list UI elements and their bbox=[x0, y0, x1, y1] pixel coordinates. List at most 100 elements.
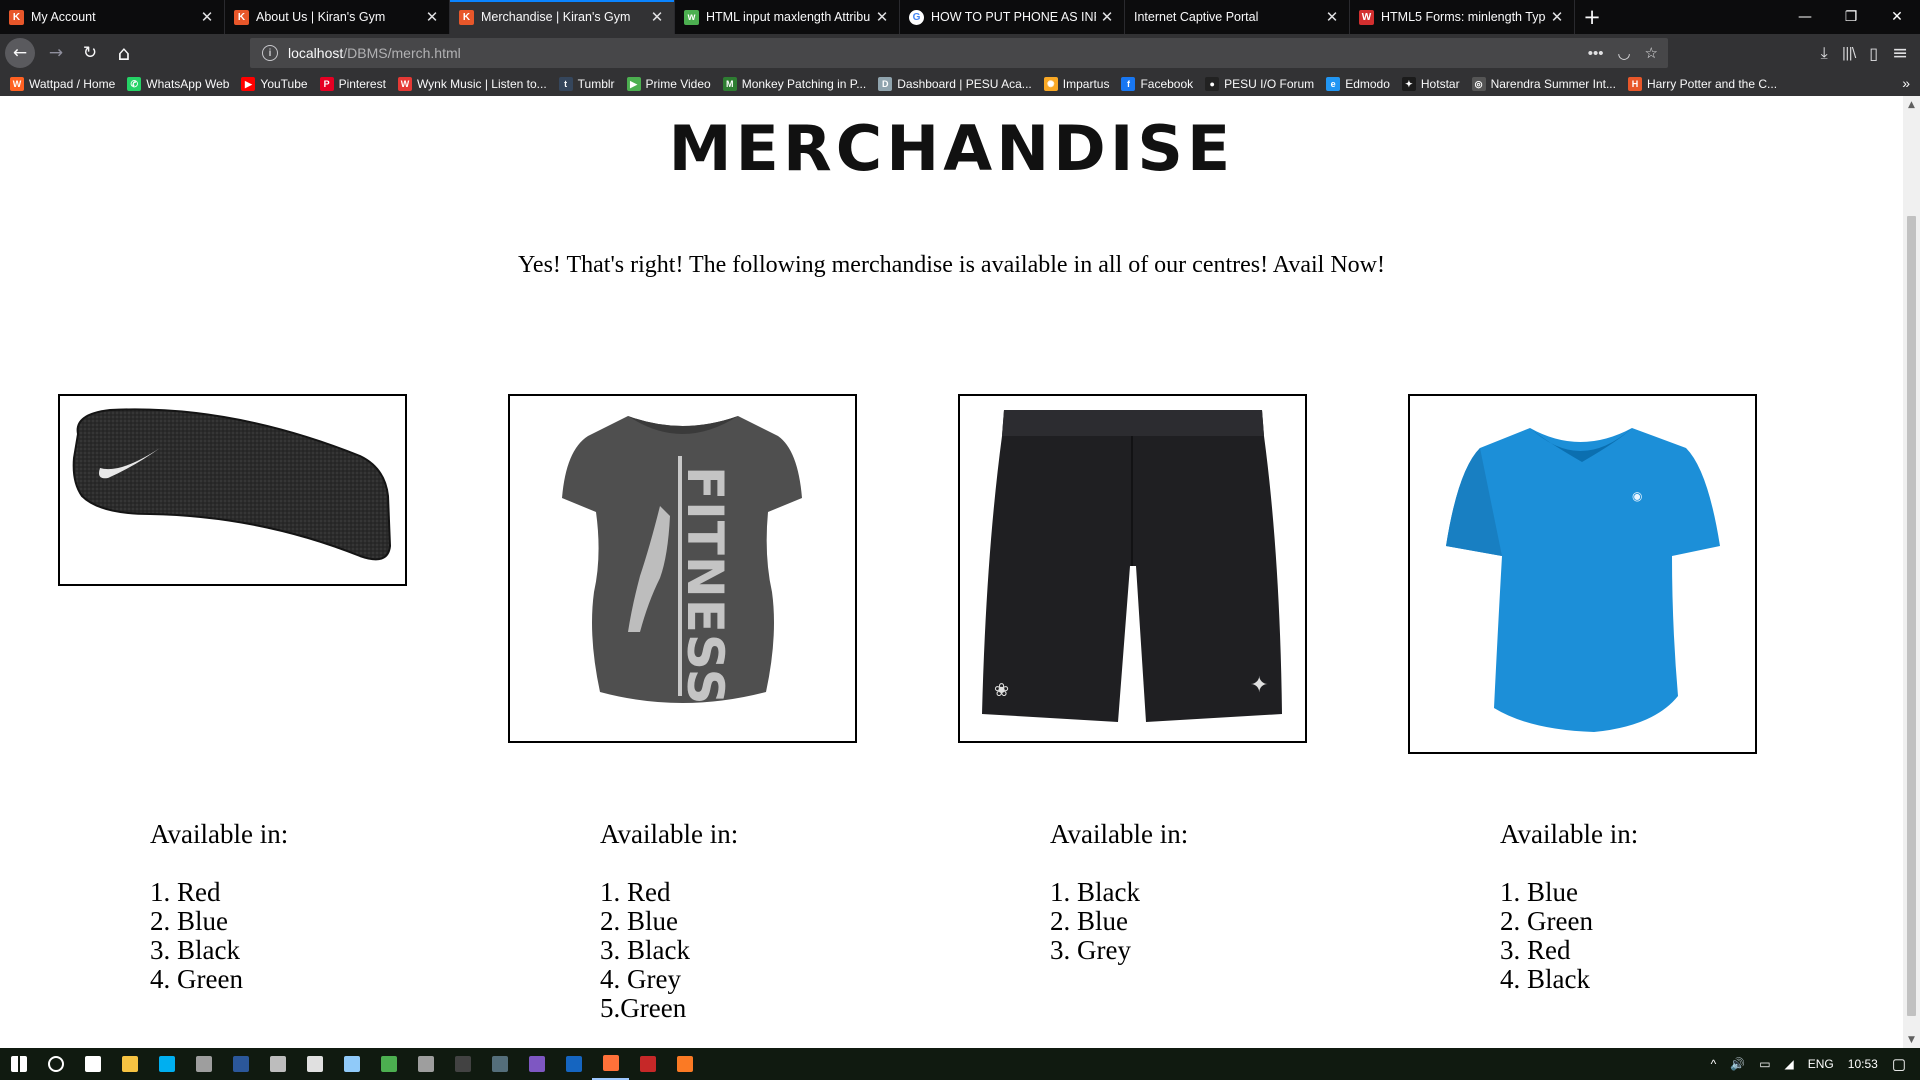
color-option: 3. Black bbox=[150, 935, 240, 965]
taskbar-search-icon[interactable] bbox=[37, 1048, 74, 1080]
availability-sports-tshirt: Available in: 1. Blue 2. Green 3. Red 4.… bbox=[1500, 820, 1638, 994]
bookmark-item[interactable]: ◎ Narendra Summer Int... bbox=[1471, 77, 1616, 91]
browser-tab[interactable]: K About Us | Kiran's Gym ✕ bbox=[225, 0, 450, 34]
library-icon[interactable]: |||\ bbox=[1842, 46, 1856, 61]
new-tab-button[interactable]: + bbox=[1575, 0, 1609, 34]
browser-tab[interactable]: G HOW TO PUT PHONE AS INPU ✕ bbox=[900, 0, 1125, 34]
notification-center-icon[interactable]: ▢ bbox=[1892, 1055, 1906, 1073]
tab-close-icon[interactable]: ✕ bbox=[1321, 8, 1343, 26]
taskbar-firefox-icon[interactable] bbox=[592, 1048, 629, 1080]
wifi-icon[interactable]: ◢ bbox=[1785, 1057, 1794, 1071]
downloads-icon[interactable]: ⤓ bbox=[1821, 43, 1828, 63]
taskbar-app-icon[interactable] bbox=[296, 1048, 333, 1080]
scroll-up-arrow-icon[interactable]: ▲ bbox=[1903, 96, 1920, 113]
back-arrow-icon: ← bbox=[12, 43, 28, 63]
hamburger-menu-icon[interactable]: ≡ bbox=[1892, 42, 1908, 64]
bookmark-item[interactable]: M Monkey Patching in P... bbox=[722, 77, 866, 91]
taskbar-notepad-icon[interactable] bbox=[333, 1048, 370, 1080]
product-image-sports-tshirt: ◉ bbox=[1408, 394, 1757, 754]
tab-title: Internet Captive Portal bbox=[1134, 10, 1259, 24]
battery-icon[interactable]: ▭ bbox=[1759, 1057, 1770, 1071]
bookmarks-overflow-icon[interactable]: » bbox=[1902, 75, 1910, 91]
shorts-logo-right: ✦ bbox=[1250, 673, 1268, 698]
bookmark-item[interactable]: W Wattpad / Home bbox=[10, 77, 115, 91]
bookmark-item[interactable]: ✆ WhatsApp Web bbox=[127, 77, 229, 91]
bookmark-favicon-icon: e bbox=[1326, 77, 1341, 91]
bookmark-label: Wynk Music | Listen to... bbox=[416, 77, 547, 91]
bookmark-item[interactable]: t Tumblr bbox=[558, 77, 615, 91]
bookmark-favicon-icon: P bbox=[319, 77, 334, 91]
window-close-button[interactable]: ✕ bbox=[1874, 0, 1920, 34]
taskbar-app-icon[interactable] bbox=[481, 1048, 518, 1080]
tab-close-icon[interactable]: ✕ bbox=[421, 8, 443, 26]
bookmark-item[interactable]: ▶ YouTube bbox=[241, 77, 308, 91]
tab-title: About Us | Kiran's Gym bbox=[256, 10, 386, 24]
bookmark-item[interactable]: ✺ Impartus bbox=[1043, 77, 1109, 91]
bookmark-label: PESU I/O Forum bbox=[1224, 77, 1315, 91]
taskbar-store-icon[interactable] bbox=[74, 1048, 111, 1080]
back-button[interactable]: ← bbox=[5, 38, 35, 68]
taskbar-chrome-icon[interactable] bbox=[370, 1048, 407, 1080]
browser-tab[interactable]: w HTML input maxlength Attribu ✕ bbox=[675, 0, 900, 34]
taskbar-powershell-icon[interactable] bbox=[555, 1048, 592, 1080]
sidebar-icon[interactable]: ▯ bbox=[1869, 44, 1878, 63]
taskbar-start-icon[interactable] bbox=[0, 1048, 37, 1080]
bookmark-item[interactable]: ✦ Hotstar bbox=[1401, 77, 1460, 91]
taskbar-app-glyph bbox=[343, 1056, 360, 1072]
bookmark-favicon-icon: ▶ bbox=[241, 77, 256, 91]
address-bar[interactable]: i localhost/DBMS/merch.html ••• ◡ ☆ bbox=[250, 38, 1668, 68]
language-indicator[interactable]: ENG bbox=[1808, 1057, 1834, 1071]
color-option: 2. Blue bbox=[150, 906, 228, 936]
volume-icon[interactable]: 🔊 bbox=[1730, 1057, 1745, 1071]
bookmarks-toolbar: W Wattpad / Home ✆ WhatsApp Web ▶ YouTube P Pin… bbox=[0, 72, 1920, 96]
bookmark-item[interactable]: f Facebook bbox=[1121, 77, 1193, 91]
taskbar-app-icon[interactable] bbox=[259, 1048, 296, 1080]
bookmark-star-icon[interactable]: ☆ bbox=[1645, 44, 1658, 62]
bookmark-favicon-icon: ● bbox=[1205, 77, 1220, 91]
site-info-icon[interactable]: i bbox=[262, 45, 278, 61]
taskbar-xampp-icon[interactable] bbox=[666, 1048, 703, 1080]
window-restore-button[interactable]: ❐ bbox=[1828, 0, 1874, 34]
tab-close-icon[interactable]: ✕ bbox=[871, 8, 893, 26]
browser-tab[interactable]: K My Account ✕ bbox=[0, 0, 225, 34]
bookmark-item[interactable]: P Pinterest bbox=[319, 77, 386, 91]
availability-fitness-tshirt: Available in: 1. Red 2. Blue 3. Black 4.… bbox=[600, 820, 738, 1023]
taskbar-app-icon[interactable] bbox=[407, 1048, 444, 1080]
bookmark-item[interactable]: H Harry Potter and the C... bbox=[1627, 77, 1777, 91]
tab-close-icon[interactable]: ✕ bbox=[1546, 8, 1568, 26]
taskbar-app-icon[interactable] bbox=[629, 1048, 666, 1080]
page-actions-icon[interactable]: ••• bbox=[1588, 45, 1604, 62]
bookmark-item[interactable]: ● PESU I/O Forum bbox=[1205, 77, 1314, 91]
bookmark-item[interactable]: ▶ Prime Video bbox=[626, 77, 711, 91]
browser-tab[interactable]: Internet Captive Portal ✕ bbox=[1125, 0, 1350, 34]
taskbar-app-icon[interactable] bbox=[185, 1048, 222, 1080]
taskbar-app-icon[interactable] bbox=[518, 1048, 555, 1080]
reload-button[interactable]: ↻ bbox=[75, 38, 105, 68]
tab-close-icon[interactable]: ✕ bbox=[1096, 8, 1118, 26]
tab-close-icon[interactable]: ✕ bbox=[196, 8, 218, 26]
taskbar-app-glyph bbox=[84, 1056, 101, 1072]
clock[interactable]: 10:53 bbox=[1848, 1057, 1878, 1071]
color-option: 4. Grey bbox=[600, 964, 681, 994]
taskbar-word-icon[interactable] bbox=[222, 1048, 259, 1080]
bookmark-item[interactable]: W Wynk Music | Listen to... bbox=[397, 77, 547, 91]
taskbar-cmd-icon[interactable] bbox=[444, 1048, 481, 1080]
window-minimize-button[interactable]: — bbox=[1782, 0, 1828, 34]
pocket-icon[interactable]: ◡ bbox=[1617, 44, 1630, 62]
page-scrollbar[interactable]: ▲ ▼ bbox=[1903, 96, 1920, 1048]
taskbar-file-explorer-icon[interactable] bbox=[111, 1048, 148, 1080]
taskbar-skype-icon[interactable] bbox=[148, 1048, 185, 1080]
scroll-down-arrow-icon[interactable]: ▼ bbox=[1903, 1031, 1920, 1048]
browser-tab[interactable]: W HTML5 Forms: minlength Type ✕ bbox=[1350, 0, 1575, 34]
browser-tab[interactable]: K Merchandise | Kiran's Gym ✕ bbox=[450, 0, 675, 34]
bookmark-item[interactable]: e Edmodo bbox=[1326, 77, 1390, 91]
home-button[interactable]: ⌂ bbox=[109, 38, 139, 68]
tray-chevron-icon[interactable]: ^ bbox=[1711, 1057, 1717, 1071]
scrollbar-thumb[interactable] bbox=[1907, 216, 1916, 1016]
bookmark-favicon-icon: D bbox=[878, 77, 893, 91]
bookmark-label: Tumblr bbox=[577, 77, 615, 91]
tab-close-icon[interactable]: ✕ bbox=[646, 8, 668, 26]
bookmark-item[interactable]: D Dashboard | PESU Aca... bbox=[878, 77, 1032, 91]
bookmark-favicon-icon: ✦ bbox=[1401, 77, 1416, 91]
forward-button[interactable]: → bbox=[41, 38, 71, 68]
